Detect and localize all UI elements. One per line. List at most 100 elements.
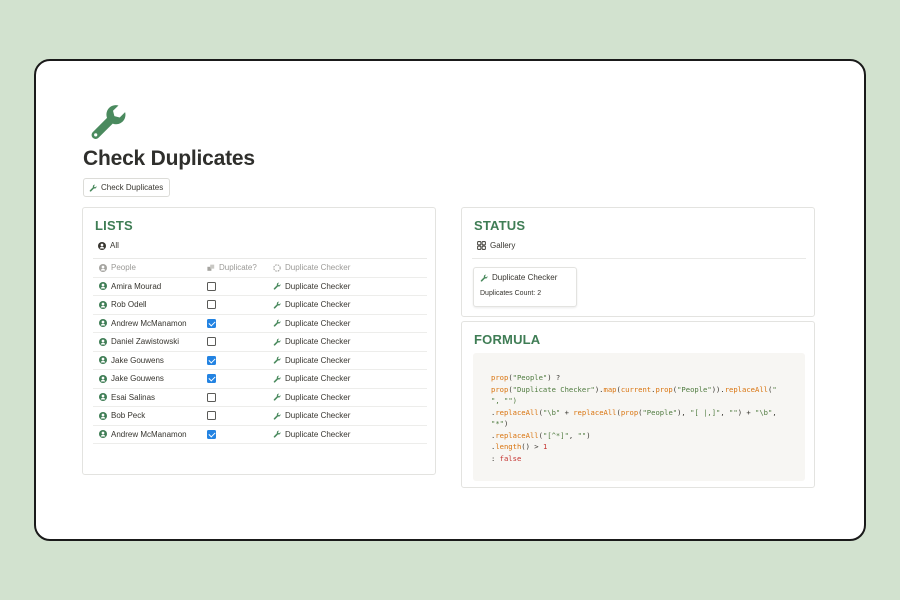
- checker-link: Duplicate Checker: [285, 374, 351, 384]
- code-line: prop("Duplicate Checker").map(current.pr…: [491, 384, 777, 394]
- person-name: Esai Salinas: [111, 392, 156, 402]
- wrench-icon: [273, 301, 281, 309]
- person-cell[interactable]: Bob Peck: [93, 411, 201, 420]
- duplicate-checkbox[interactable]: [207, 281, 216, 291]
- lists-panel: LISTS All People Duplicate? Duplicate Ch…: [82, 207, 436, 475]
- duplicate-cell: [201, 300, 267, 310]
- wrench-icon: [273, 338, 281, 346]
- app-window: Check Duplicates Check Duplicates LISTS …: [34, 59, 866, 541]
- table-row[interactable]: Esai Salinas Duplicate Checker: [93, 389, 427, 407]
- duplicate-checkbox[interactable]: [207, 392, 216, 402]
- checker-relation[interactable]: Duplicate Checker: [267, 430, 427, 439]
- person-icon: [99, 430, 107, 439]
- card-title: Duplicate Checker: [480, 273, 557, 282]
- formula-panel: FORMULA prop("People") ? prop("Duplicate …: [461, 321, 815, 488]
- person-icon: [98, 241, 106, 250]
- duplicate-cell: [201, 411, 267, 421]
- column-header-people[interactable]: People: [93, 263, 201, 272]
- column-header-duplicate[interactable]: Duplicate?: [201, 263, 267, 272]
- check-duplicates-button[interactable]: Check Duplicates: [83, 178, 171, 197]
- table-row[interactable]: Rob Odell Duplicate Checker: [93, 296, 427, 315]
- checker-relation[interactable]: Duplicate Checker: [267, 319, 427, 328]
- page-title: Check Duplicates: [83, 147, 255, 170]
- button-label: Check Duplicates: [101, 183, 164, 192]
- duplicate-cell: [201, 429, 267, 439]
- person-name: Andrew McManamon: [111, 429, 187, 439]
- column-label: Duplicate Checker: [285, 263, 351, 273]
- checker-relation[interactable]: Duplicate Checker: [267, 300, 427, 309]
- wrench-icon: [273, 431, 281, 438]
- table-row[interactable]: Andrew McManamon Duplicate Checker: [93, 315, 427, 333]
- view-tab-gallery[interactable]: Gallery: [477, 241, 515, 250]
- wrench-icon: [273, 357, 281, 364]
- person-cell[interactable]: Andrew McManamon: [93, 430, 201, 439]
- wrench-icon: [273, 412, 281, 420]
- status-panel: STATUS Gallery Duplicate Checker Duplica…: [461, 207, 815, 317]
- table-row[interactable]: Daniel Zawistowski Duplicate Checker: [93, 333, 427, 352]
- person-cell[interactable]: Jake Gouwens: [93, 374, 201, 383]
- checker-relation[interactable]: Duplicate Checker: [267, 411, 427, 420]
- duplicate-checkbox[interactable]: [207, 411, 216, 421]
- formula-icon: [207, 264, 215, 271]
- person-name: Amira Mourad: [111, 281, 162, 291]
- person-icon: [99, 356, 107, 365]
- duplicate-cell: [201, 392, 267, 402]
- duplicate-cell: [201, 355, 267, 365]
- wrench-icon: [273, 394, 281, 401]
- view-tab-all[interactable]: All: [98, 241, 119, 250]
- person-icon: [99, 374, 107, 383]
- checker-link: Duplicate Checker: [285, 281, 351, 291]
- wrench-icon: [89, 184, 97, 192]
- checker-link: Duplicate Checker: [285, 429, 351, 439]
- duplicate-checkbox[interactable]: [207, 429, 216, 439]
- person-name: Jake Gouwens: [111, 355, 164, 365]
- gallery-card[interactable]: Duplicate Checker Duplicates Count: 2: [473, 267, 577, 307]
- table-body: Amira Mourad Duplicate Checker Rob Odell Du…: [93, 278, 427, 444]
- table-row[interactable]: Jake Gouwens Duplicate Checker: [93, 352, 427, 370]
- column-header-checker[interactable]: Duplicate Checker: [267, 263, 427, 272]
- duplicate-checkbox[interactable]: [207, 318, 216, 328]
- code-line: : false: [491, 453, 522, 463]
- wrench-icon[interactable]: [88, 101, 128, 141]
- divider: [472, 258, 806, 259]
- table-row[interactable]: Bob Peck Duplicate Checker: [93, 407, 427, 426]
- wrench-icon: [273, 320, 281, 327]
- table-row[interactable]: Amira Mourad Duplicate Checker: [93, 278, 427, 296]
- code-line: .length() > 1: [491, 442, 548, 451]
- person-cell[interactable]: Jake Gouwens: [93, 356, 201, 365]
- duplicate-checkbox[interactable]: [207, 355, 216, 365]
- column-label: People: [111, 263, 136, 273]
- checker-relation[interactable]: Duplicate Checker: [267, 356, 427, 365]
- view-label: Gallery: [490, 241, 516, 250]
- column-label: Duplicate?: [219, 263, 257, 273]
- checker-relation[interactable]: Duplicate Checker: [267, 282, 427, 291]
- person-name: Jake Gouwens: [111, 374, 164, 384]
- table-row[interactable]: Andrew McManamon Duplicate Checker: [93, 426, 427, 444]
- person-name: Bob Peck: [111, 411, 146, 421]
- person-cell[interactable]: Amira Mourad: [93, 282, 201, 291]
- checker-relation[interactable]: Duplicate Checker: [267, 393, 427, 402]
- person-name: Andrew McManamon: [111, 318, 187, 328]
- person-cell[interactable]: Esai Salinas: [93, 393, 201, 402]
- person-icon: [99, 319, 107, 328]
- duplicate-checkbox[interactable]: [207, 300, 216, 310]
- person-cell[interactable]: Rob Odell: [93, 300, 201, 309]
- duplicate-checkbox[interactable]: [207, 374, 216, 384]
- checker-relation[interactable]: Duplicate Checker: [267, 374, 427, 383]
- lists-heading: LISTS: [95, 218, 133, 233]
- person-icon: [99, 411, 107, 420]
- person-cell[interactable]: Andrew McManamon: [93, 319, 201, 328]
- gallery-icon: [477, 241, 486, 250]
- duplicate-checkbox[interactable]: [207, 337, 216, 347]
- checker-relation[interactable]: Duplicate Checker: [267, 337, 427, 346]
- relation-icon: [273, 263, 281, 272]
- code-line: .replaceAll("\b" + replaceAll(prop("Peop…: [491, 407, 777, 417]
- checker-link: Duplicate Checker: [285, 411, 351, 421]
- code-block: prop("People") ? prop("Duplicate Checker"…: [473, 353, 805, 481]
- person-cell[interactable]: Daniel Zawistowski: [93, 337, 201, 346]
- checker-link: Duplicate Checker: [285, 318, 351, 328]
- card-title-text: Duplicate Checker: [492, 273, 558, 282]
- duplicates-count: Duplicates Count: 2: [480, 290, 542, 297]
- checker-link: Duplicate Checker: [285, 337, 351, 347]
- table-row[interactable]: Jake Gouwens Duplicate Checker: [93, 370, 427, 389]
